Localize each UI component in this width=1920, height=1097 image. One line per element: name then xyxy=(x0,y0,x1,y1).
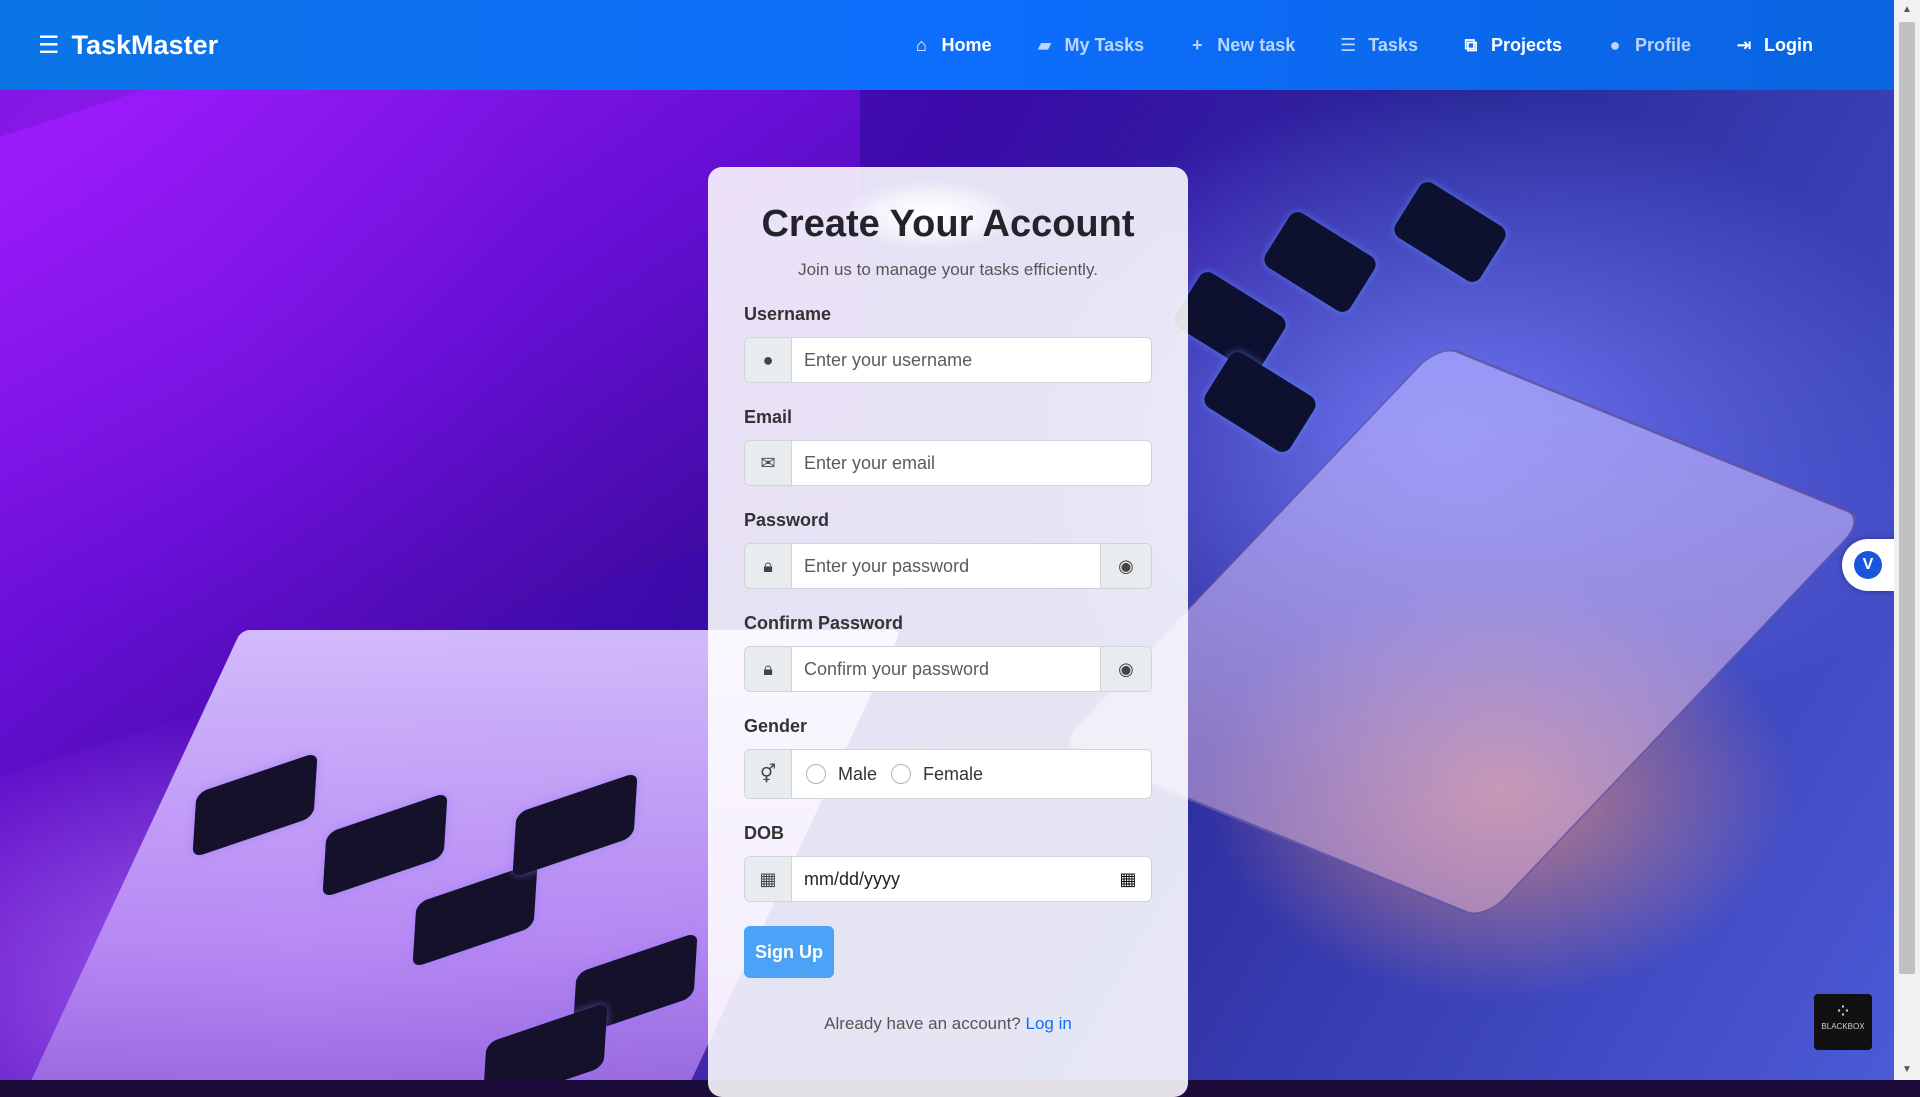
side-extension-widget[interactable]: V xyxy=(1842,539,1898,591)
sitemap-icon: ⧉ xyxy=(1464,34,1478,55)
username-label: Username xyxy=(744,304,832,324)
sign-in-icon: ⇥ xyxy=(1736,34,1752,55)
scrollbar[interactable]: ▲ ▼ xyxy=(1894,0,1920,1080)
nav-label: Home xyxy=(941,34,992,55)
email-label: Email xyxy=(744,407,793,427)
gender-male-radio[interactable]: Male xyxy=(806,764,877,785)
home-icon: ⌂ xyxy=(916,34,927,55)
folder-icon: ▰ xyxy=(1037,34,1052,55)
dob-input[interactable]: ▦ mm/dd/yyyy ▦ xyxy=(744,856,1152,902)
lock-icon: 🔒︎ xyxy=(745,544,792,588)
extension-logo-icon: V xyxy=(1854,551,1882,579)
gender-label: Gender xyxy=(744,716,808,736)
nav-home[interactable]: ⌂ Home xyxy=(889,0,1012,90)
username-input-group: ● xyxy=(744,337,1152,383)
list-icon: ☰ xyxy=(1340,34,1357,55)
nav-profile[interactable]: ● Profile xyxy=(1583,0,1712,90)
dob-field: DOB ▦ mm/dd/yyyy ▦ xyxy=(744,823,1152,902)
email-input-group: ✉ xyxy=(744,440,1152,486)
scroll-thumb[interactable] xyxy=(1899,22,1915,974)
password-field: Password 🔒︎ ◉ xyxy=(744,510,1152,589)
page-subtitle: Join us to manage your tasks efficiently… xyxy=(798,260,1098,279)
confirm-password-label: Confirm Password xyxy=(744,613,904,633)
radio-circle[interactable] xyxy=(891,764,912,784)
gender-field: Gender ⚥ Male Female xyxy=(744,716,1152,799)
sign-up-button[interactable]: Sign Up xyxy=(744,926,834,978)
confirm-password-field: Confirm Password 🔒︎ ◉ xyxy=(744,613,1152,692)
gender-radio-group: ⚥ Male Female xyxy=(744,749,1152,799)
dob-value[interactable]: mm/dd/yyyy xyxy=(792,869,1105,890)
calendar-picker-icon[interactable]: ▦ xyxy=(1105,869,1151,890)
nav-projects[interactable]: ⧉ Projects xyxy=(1439,0,1583,90)
dob-label: DOB xyxy=(744,823,784,843)
keyboard-key xyxy=(1260,208,1380,316)
username-input[interactable] xyxy=(792,338,1151,382)
nav-label: Profile xyxy=(1635,34,1692,55)
email-field: Email ✉ xyxy=(744,407,1152,486)
email-input[interactable] xyxy=(792,441,1151,485)
nav-my-tasks[interactable]: ▰ My Tasks xyxy=(1012,0,1165,90)
blackbox-logo-icon: ⁘ xyxy=(1834,1001,1852,1023)
signup-card: Create Your Account Join us to manage yo… xyxy=(708,167,1188,1097)
gender-male-label: Male xyxy=(838,763,878,784)
confirm-password-input[interactable] xyxy=(792,647,1100,691)
keyboard-key xyxy=(1200,348,1320,456)
gender-female-radio[interactable]: Female xyxy=(891,764,983,785)
password-input[interactable] xyxy=(792,544,1100,588)
lock-icon: 🔒︎ xyxy=(745,647,792,691)
password-input-group: 🔒︎ ◉ xyxy=(744,543,1152,589)
nav-label: Login xyxy=(1764,34,1813,55)
login-prompt: Already have an account? Log in xyxy=(744,1014,1152,1034)
login-link[interactable]: Log in xyxy=(1026,1014,1072,1033)
gender-female-label: Female xyxy=(923,763,984,784)
eye-icon[interactable]: ◉ xyxy=(1100,544,1151,588)
nav-label: My Tasks xyxy=(1064,34,1145,55)
brand-name: TaskMaster xyxy=(71,29,219,60)
scroll-down-icon[interactable]: ▼ xyxy=(1894,1060,1920,1080)
scroll-up-icon[interactable]: ▲ xyxy=(1894,0,1920,20)
login-prompt-text: Already have an account? xyxy=(824,1014,1021,1033)
plus-icon: + xyxy=(1191,34,1203,55)
blackbox-label: BLACKBOX xyxy=(1821,1022,1865,1031)
eye-icon[interactable]: ◉ xyxy=(1100,647,1151,691)
nav-label: New task xyxy=(1217,34,1296,55)
navbar: ☰ TaskMaster ⌂ Home ▰ My Tasks + New tas… xyxy=(0,0,1894,90)
blackbox-widget[interactable]: ⁘ BLACKBOX xyxy=(1814,994,1872,1050)
task-list-icon: ☰ xyxy=(38,31,60,59)
nav-menu: ⌂ Home ▰ My Tasks + New task ☰ Tasks ⧉ P… xyxy=(889,0,1834,90)
radio-circle[interactable] xyxy=(806,764,826,784)
nav-new-task[interactable]: + New task xyxy=(1165,0,1316,90)
confirm-password-input-group: 🔒︎ ◉ xyxy=(744,646,1152,692)
nav-label: Projects xyxy=(1490,34,1562,55)
user-icon: ● xyxy=(1609,34,1621,55)
brand[interactable]: ☰ TaskMaster xyxy=(38,30,218,61)
nav-tasks[interactable]: ☰ Tasks xyxy=(1316,0,1439,90)
user-icon: ● xyxy=(745,338,792,382)
username-field: Username ● xyxy=(744,304,1152,383)
gender-icon: ⚥ xyxy=(745,750,792,798)
envelope-icon: ✉ xyxy=(745,441,792,485)
password-label: Password xyxy=(744,510,830,530)
nav-label: Tasks xyxy=(1368,34,1418,55)
keyboard-key xyxy=(1390,178,1510,286)
calendar-icon: ▦ xyxy=(745,857,792,901)
page-title: Create Your Account xyxy=(761,203,1135,245)
nav-login[interactable]: ⇥ Login xyxy=(1712,0,1834,90)
